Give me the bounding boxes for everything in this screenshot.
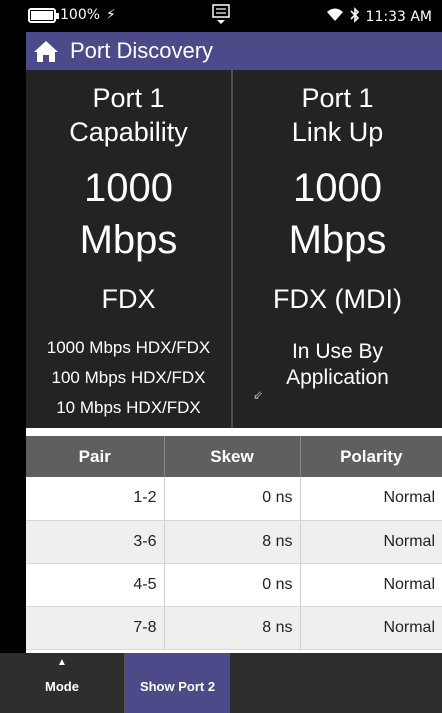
cell-pair: 4-5 bbox=[26, 563, 165, 607]
page-title: Port Discovery bbox=[70, 38, 214, 63]
battery-percent: 100% bbox=[60, 7, 101, 23]
pair-table-container: Pair Skew Polarity 1-2 0 ns Normal 3-6 8… bbox=[26, 428, 442, 653]
bottom-action-bar: ▲ Mode Show Port 2 bbox=[0, 653, 442, 713]
capability-speed-unit: Mbps bbox=[79, 218, 178, 262]
table-header-row: Pair Skew Polarity bbox=[26, 436, 442, 477]
mode-button-label: Mode bbox=[45, 679, 79, 694]
table-row: 4-5 0 ns Normal bbox=[26, 563, 442, 607]
capability-mode-1000: 1000 Mbps HDX/FDX bbox=[46, 338, 211, 357]
capability-mode-100: 100 Mbps HDX/FDX bbox=[51, 368, 206, 387]
table-row: 7-8 8 ns Normal bbox=[26, 606, 442, 650]
capability-duplex: FDX bbox=[101, 284, 156, 314]
status-left: 100% ⚡ bbox=[28, 7, 116, 23]
table-row: 1-2 0 ns Normal bbox=[26, 477, 442, 521]
charging-bolt-icon: ⚡ bbox=[106, 7, 116, 23]
mode-button[interactable]: ▲ Mode bbox=[0, 653, 125, 713]
capability-mode-10: 10 Mbps HDX/FDX bbox=[56, 398, 201, 417]
capability-column: Port 1 Capability 1000 Mbps FDX 1000 Mbp… bbox=[26, 70, 231, 428]
link-port-label: Port 1 bbox=[301, 83, 374, 113]
cell-skew: 8 ns bbox=[164, 520, 301, 564]
battery-icon bbox=[28, 7, 59, 23]
status-bar: 100% ⚡ 11:33 AM bbox=[0, 0, 442, 32]
title-bar: Port Discovery bbox=[26, 32, 442, 70]
column-header-skew: Skew bbox=[164, 436, 301, 477]
show-port-2-label: Show Port 2 bbox=[139, 679, 216, 694]
cell-skew: 0 ns bbox=[164, 477, 301, 521]
status-right: 11:33 AM bbox=[326, 7, 432, 27]
link-heading: Link Up bbox=[291, 117, 384, 147]
home-icon[interactable] bbox=[26, 32, 66, 70]
cell-pair: 7-8 bbox=[26, 606, 165, 650]
cursor-icon: ⇙ bbox=[253, 388, 264, 402]
bluetooth-icon bbox=[349, 7, 360, 27]
capability-speed-value: 1000 bbox=[84, 166, 173, 210]
pair-table: Pair Skew Polarity 1-2 0 ns Normal 3-6 8… bbox=[26, 436, 442, 650]
port-info-panel: Port 1 Capability 1000 Mbps FDX 1000 Mbp… bbox=[26, 70, 442, 428]
capability-heading: Capability bbox=[69, 117, 188, 147]
cell-skew: 0 ns bbox=[164, 563, 301, 607]
status-time: 11:33 AM bbox=[365, 9, 432, 25]
column-header-polarity: Polarity bbox=[300, 436, 442, 477]
cell-skew: 8 ns bbox=[164, 606, 301, 650]
link-speed-unit: Mbps bbox=[288, 218, 387, 262]
caret-up-icon: ▲ bbox=[57, 657, 67, 668]
wifi-icon bbox=[326, 8, 344, 26]
link-duplex: FDX (MDI) bbox=[273, 284, 402, 314]
table-row: 3-6 8 ns Normal bbox=[26, 520, 442, 564]
column-header-pair: Pair bbox=[26, 436, 165, 477]
link-speed-value: 1000 bbox=[293, 166, 382, 210]
cell-polarity: Normal bbox=[300, 520, 442, 564]
capability-port-label: Port 1 bbox=[92, 83, 165, 113]
cell-polarity: Normal bbox=[300, 477, 442, 521]
link-column: Port 1 Link Up 1000 Mbps FDX (MDI) In Us… bbox=[233, 70, 442, 428]
cell-pair: 1-2 bbox=[26, 477, 165, 521]
cell-polarity: Normal bbox=[300, 606, 442, 650]
keyboard-icon bbox=[212, 4, 230, 30]
cell-pair: 3-6 bbox=[26, 520, 165, 564]
show-port-2-button[interactable]: Show Port 2 bbox=[125, 653, 230, 713]
link-in-use-line1: In Use By bbox=[291, 340, 384, 363]
cell-polarity: Normal bbox=[300, 563, 442, 607]
link-in-use-line2: Application bbox=[286, 366, 389, 389]
